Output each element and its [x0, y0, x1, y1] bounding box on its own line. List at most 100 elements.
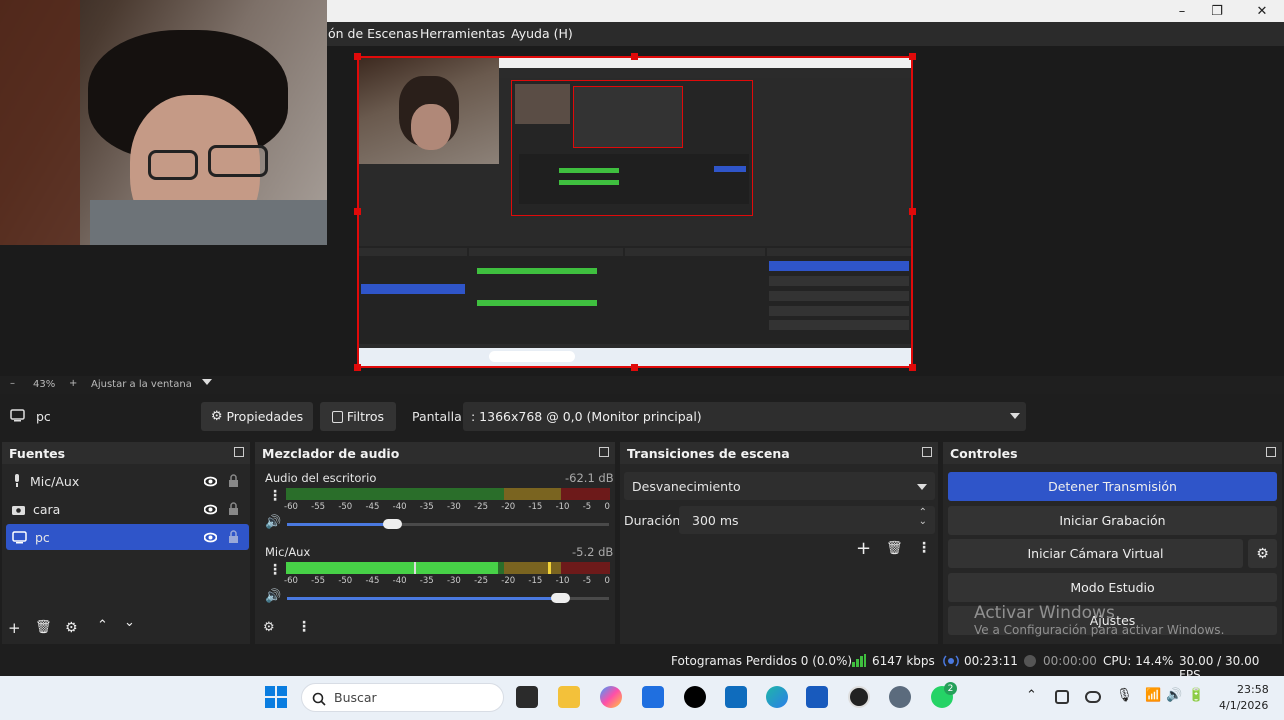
- add-icon[interactable]: +: [856, 538, 871, 559]
- taskbar-search[interactable]: Buscar: [301, 683, 504, 712]
- stream-time: 00:23:11: [964, 654, 1018, 668]
- gear-icon[interactable]: ⚙: [263, 620, 275, 635]
- clock-time[interactable]: 23:58: [1237, 683, 1269, 696]
- lock-icon[interactable]: [228, 474, 239, 488]
- watermark-title: Activar Windows: [974, 603, 1115, 623]
- menu-help[interactable]: Ayuda (H): [511, 26, 573, 41]
- transition-select[interactable]: Desvanecimiento: [624, 472, 935, 500]
- recording-time: 00:00:00: [1043, 654, 1097, 668]
- gear-icon: ⚙: [210, 409, 223, 424]
- preview-canvas[interactable]: [357, 56, 913, 368]
- transitions-title: Transiciones de escena: [620, 442, 938, 464]
- windows-start-icon[interactable]: [265, 686, 287, 708]
- start-recording-button[interactable]: Iniciar Grabación: [948, 506, 1277, 535]
- filters-button[interactable]: Filtros: [320, 402, 396, 431]
- source-item-cara[interactable]: cara: [6, 496, 249, 522]
- tiktok-icon[interactable]: [684, 686, 706, 708]
- resize-handle[interactable]: [631, 364, 638, 371]
- volume-slider-knob[interactable]: [551, 593, 570, 603]
- stop-streaming-button[interactable]: Detener Transmisión: [948, 472, 1277, 501]
- gear-icon[interactable]: ⚙: [65, 620, 78, 636]
- volume-slider-fill: [287, 597, 561, 600]
- more-options-icon[interactable]: ⋮: [917, 540, 931, 556]
- copilot-icon[interactable]: [600, 686, 622, 708]
- eye-icon[interactable]: [204, 531, 217, 544]
- trash-icon[interactable]: 🗑: [35, 620, 52, 635]
- zoom-in-button[interactable]: +: [69, 378, 77, 389]
- source-item-mic[interactable]: Mic/Aux: [6, 468, 249, 494]
- resize-handle[interactable]: [909, 208, 916, 215]
- stepper-down-icon[interactable]: ⌄: [919, 516, 927, 527]
- resize-handle[interactable]: [909, 364, 916, 371]
- popout-icon[interactable]: [234, 447, 244, 457]
- menu-tools[interactable]: Herramientas: [420, 26, 505, 41]
- broadcast-icon: [943, 655, 959, 667]
- sources-dock: Fuentes Mic/Aux cara pc + 🗑 ⚙ ⌃ ⌄: [2, 442, 250, 644]
- source-label: Mic/Aux: [30, 473, 80, 489]
- virtual-camera-settings-button[interactable]: ⚙: [1248, 539, 1277, 568]
- word-icon[interactable]: [806, 686, 828, 708]
- task-view-icon[interactable]: [516, 686, 538, 708]
- settings-app-icon[interactable]: [889, 686, 911, 708]
- resize-handle[interactable]: [354, 53, 361, 60]
- studio-mode-button[interactable]: Modo Estudio: [948, 573, 1277, 602]
- properties-label: Propiedades: [226, 409, 304, 424]
- monitor-icon: [12, 530, 27, 543]
- outlook-icon[interactable]: [725, 686, 747, 708]
- lock-icon[interactable]: [228, 502, 239, 516]
- more-options-icon[interactable]: ⋮: [268, 562, 282, 578]
- more-options-icon[interactable]: ⋮: [297, 619, 311, 635]
- source-label: pc: [35, 529, 50, 545]
- speaker-icon[interactable]: 🔊: [265, 515, 281, 530]
- file-explorer-icon[interactable]: [558, 686, 580, 708]
- popout-icon[interactable]: [922, 447, 932, 457]
- volume-slider-knob[interactable]: [383, 519, 402, 529]
- popout-icon[interactable]: [599, 447, 609, 457]
- chevron-down-icon[interactable]: [202, 379, 212, 385]
- resize-handle[interactable]: [354, 364, 361, 371]
- eye-icon[interactable]: [204, 475, 217, 488]
- maximize-button[interactable]: ❐: [1195, 0, 1239, 22]
- popout-icon[interactable]: [1266, 447, 1276, 457]
- clock-date[interactable]: 4/1/2026: [1219, 699, 1268, 712]
- battery-icon[interactable]: 🔋: [1188, 688, 1204, 703]
- chevron-down-icon[interactable]: ⌄: [124, 615, 135, 630]
- resize-handle[interactable]: [354, 208, 361, 215]
- display-select[interactable]: : 1366x768 @ 0,0 (Monitor principal): [463, 402, 1026, 431]
- zoom-out-button[interactable]: –: [10, 378, 15, 389]
- duration-input[interactable]: 300 ms ⌃ ⌄: [679, 506, 935, 534]
- lock-icon[interactable]: [228, 530, 239, 544]
- edge-icon[interactable]: [766, 686, 788, 708]
- volume-icon[interactable]: 🔊: [1166, 688, 1182, 703]
- cloud-icon[interactable]: [1085, 691, 1101, 703]
- menu-scene-collection[interactable]: ón de Escenas: [328, 26, 418, 41]
- microphone-icon[interactable]: 🎙: [1116, 688, 1133, 703]
- resize-handle[interactable]: [909, 53, 916, 60]
- more-options-icon[interactable]: ⋮: [268, 488, 282, 504]
- zoom-fit-button[interactable]: Ajustar a la ventana: [91, 379, 192, 390]
- cpu-usage: CPU: 14.4%: [1103, 654, 1174, 668]
- obs-icon[interactable]: [848, 686, 870, 708]
- start-virtual-camera-button[interactable]: Iniciar Cámara Virtual: [948, 539, 1243, 568]
- eye-icon[interactable]: [204, 503, 217, 516]
- search-icon: [312, 692, 326, 706]
- speaker-icon[interactable]: 🔊: [265, 589, 281, 604]
- wifi-icon[interactable]: 📶: [1145, 688, 1161, 703]
- trash-icon[interactable]: 🗑: [886, 541, 903, 556]
- zoom-level: 43%: [33, 379, 56, 390]
- add-icon[interactable]: +: [8, 619, 21, 637]
- chevron-up-icon[interactable]: ⌃: [97, 618, 108, 633]
- close-button[interactable]: ✕: [1240, 0, 1284, 22]
- display-label: Pantalla: [412, 409, 462, 424]
- resize-handle[interactable]: [631, 53, 638, 60]
- chevron-up-icon[interactable]: ⌃: [1026, 688, 1037, 703]
- watermark-subtitle: Ve a Configuración para activar Windows.: [974, 623, 1225, 637]
- mixer-title: Mezclador de audio: [255, 442, 615, 464]
- chevron-down-icon: [917, 484, 927, 490]
- store-icon[interactable]: [642, 686, 664, 708]
- volume-slider-fill: [287, 523, 393, 526]
- camera-icon: [12, 505, 25, 515]
- properties-button[interactable]: ⚙ Propiedades: [201, 402, 313, 431]
- sync-icon[interactable]: [1055, 690, 1069, 704]
- source-item-pc[interactable]: pc: [6, 524, 249, 550]
